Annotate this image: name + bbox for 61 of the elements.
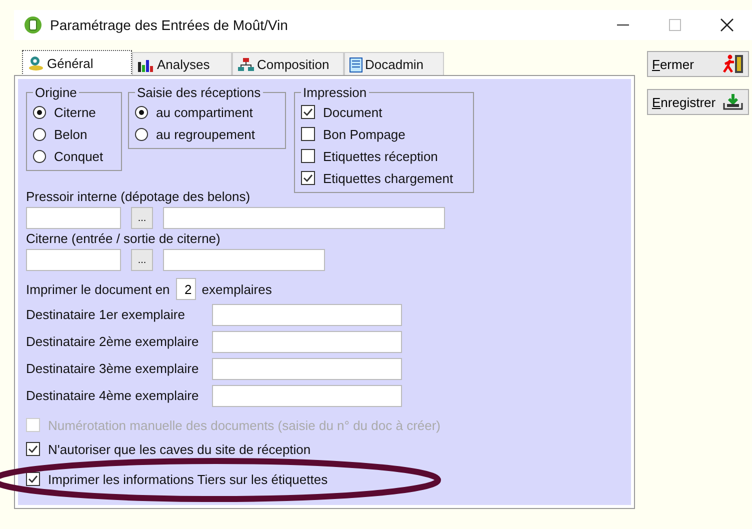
window-title: Paramétrage des Entrées de Moût/Vin (50, 17, 288, 33)
tab[interactable]: Général (22, 50, 132, 76)
tab[interactable]: Composition (232, 52, 344, 76)
radio-option[interactable]: Belon (33, 124, 115, 144)
option-label: Belon (54, 126, 88, 142)
name-input[interactable] (163, 249, 325, 271)
option-label: Bon Pompage (323, 126, 406, 142)
checkbox[interactable] (26, 472, 40, 486)
group-title: Impression (302, 85, 368, 100)
radio-button[interactable] (33, 106, 46, 118)
option-label: N'autoriser que les caves du site de réception (48, 442, 311, 456)
recipient-input[interactable] (212, 358, 402, 380)
recipient-label: Destinataire 1er exemplaire (26, 307, 186, 322)
radio-button[interactable] (33, 150, 46, 162)
code-input[interactable] (26, 249, 121, 271)
option-label: au regroupement (156, 126, 256, 142)
group-title: Origine (34, 85, 78, 100)
copies-input[interactable]: 2 (176, 278, 196, 300)
browse-button[interactable]: ... (131, 249, 153, 271)
tab[interactable]: Analyses (132, 52, 232, 76)
radio-button[interactable] (33, 128, 46, 140)
copies-label: Imprimer le document en (26, 282, 170, 296)
close-icon[interactable] (720, 18, 734, 32)
recipient-input[interactable] (212, 304, 402, 326)
name-input[interactable] (163, 207, 445, 229)
recipient-input[interactable] (212, 384, 402, 406)
radio-button[interactable] (135, 106, 148, 118)
recipient-label: Destinataire 2ème exemplaire (26, 334, 200, 349)
checkbox[interactable] (26, 442, 40, 456)
radio-option[interactable]: Conquet (33, 146, 115, 166)
action-button[interactable]: Enregistrer (647, 89, 749, 115)
radio-button[interactable] (135, 128, 148, 140)
tray-download-icon (722, 93, 744, 111)
group-title: Saisie des réceptions (136, 85, 262, 100)
network-icon (237, 56, 255, 72)
field-label: Pressoir interne (dépotage des belons) (26, 189, 252, 206)
tab[interactable]: Docadmin (344, 52, 444, 76)
option-label: Imprimer les informations Tiers sur les étiquettes (48, 472, 328, 486)
browse-button[interactable]: ... (131, 207, 153, 229)
checkbox[interactable] (301, 171, 315, 185)
radio-option[interactable]: Citerne (33, 102, 115, 122)
copies-suffix: exemplaires (202, 282, 272, 296)
option-label: Conquet (54, 148, 104, 164)
code-input[interactable] (26, 207, 121, 229)
option-label: Document (323, 104, 382, 120)
checkbox[interactable] (301, 105, 315, 119)
option-label: Numérotation manuelle des documents (saisie du n° du doc à créer) (48, 418, 441, 432)
running-man-icon (722, 54, 744, 74)
recipient-label: Destinataire 3ème exemplaire (26, 361, 200, 376)
option-label: Citerne (54, 104, 96, 120)
recipient-input[interactable] (212, 330, 402, 352)
app-icon (24, 16, 42, 34)
checkbox[interactable] (301, 149, 315, 163)
document-icon (349, 56, 363, 72)
option-label: Etiquettes réception (323, 148, 438, 164)
field-label: Citerne (entrée / sortie de citerne) (26, 231, 222, 248)
option-label: au compartiment (156, 104, 253, 120)
action-button[interactable]: Fermer (647, 51, 749, 77)
option-label: Etiquettes chargement (323, 170, 454, 186)
recipient-label: Destinataire 4ème exemplaire (26, 388, 200, 403)
checkbox[interactable] (301, 127, 315, 141)
